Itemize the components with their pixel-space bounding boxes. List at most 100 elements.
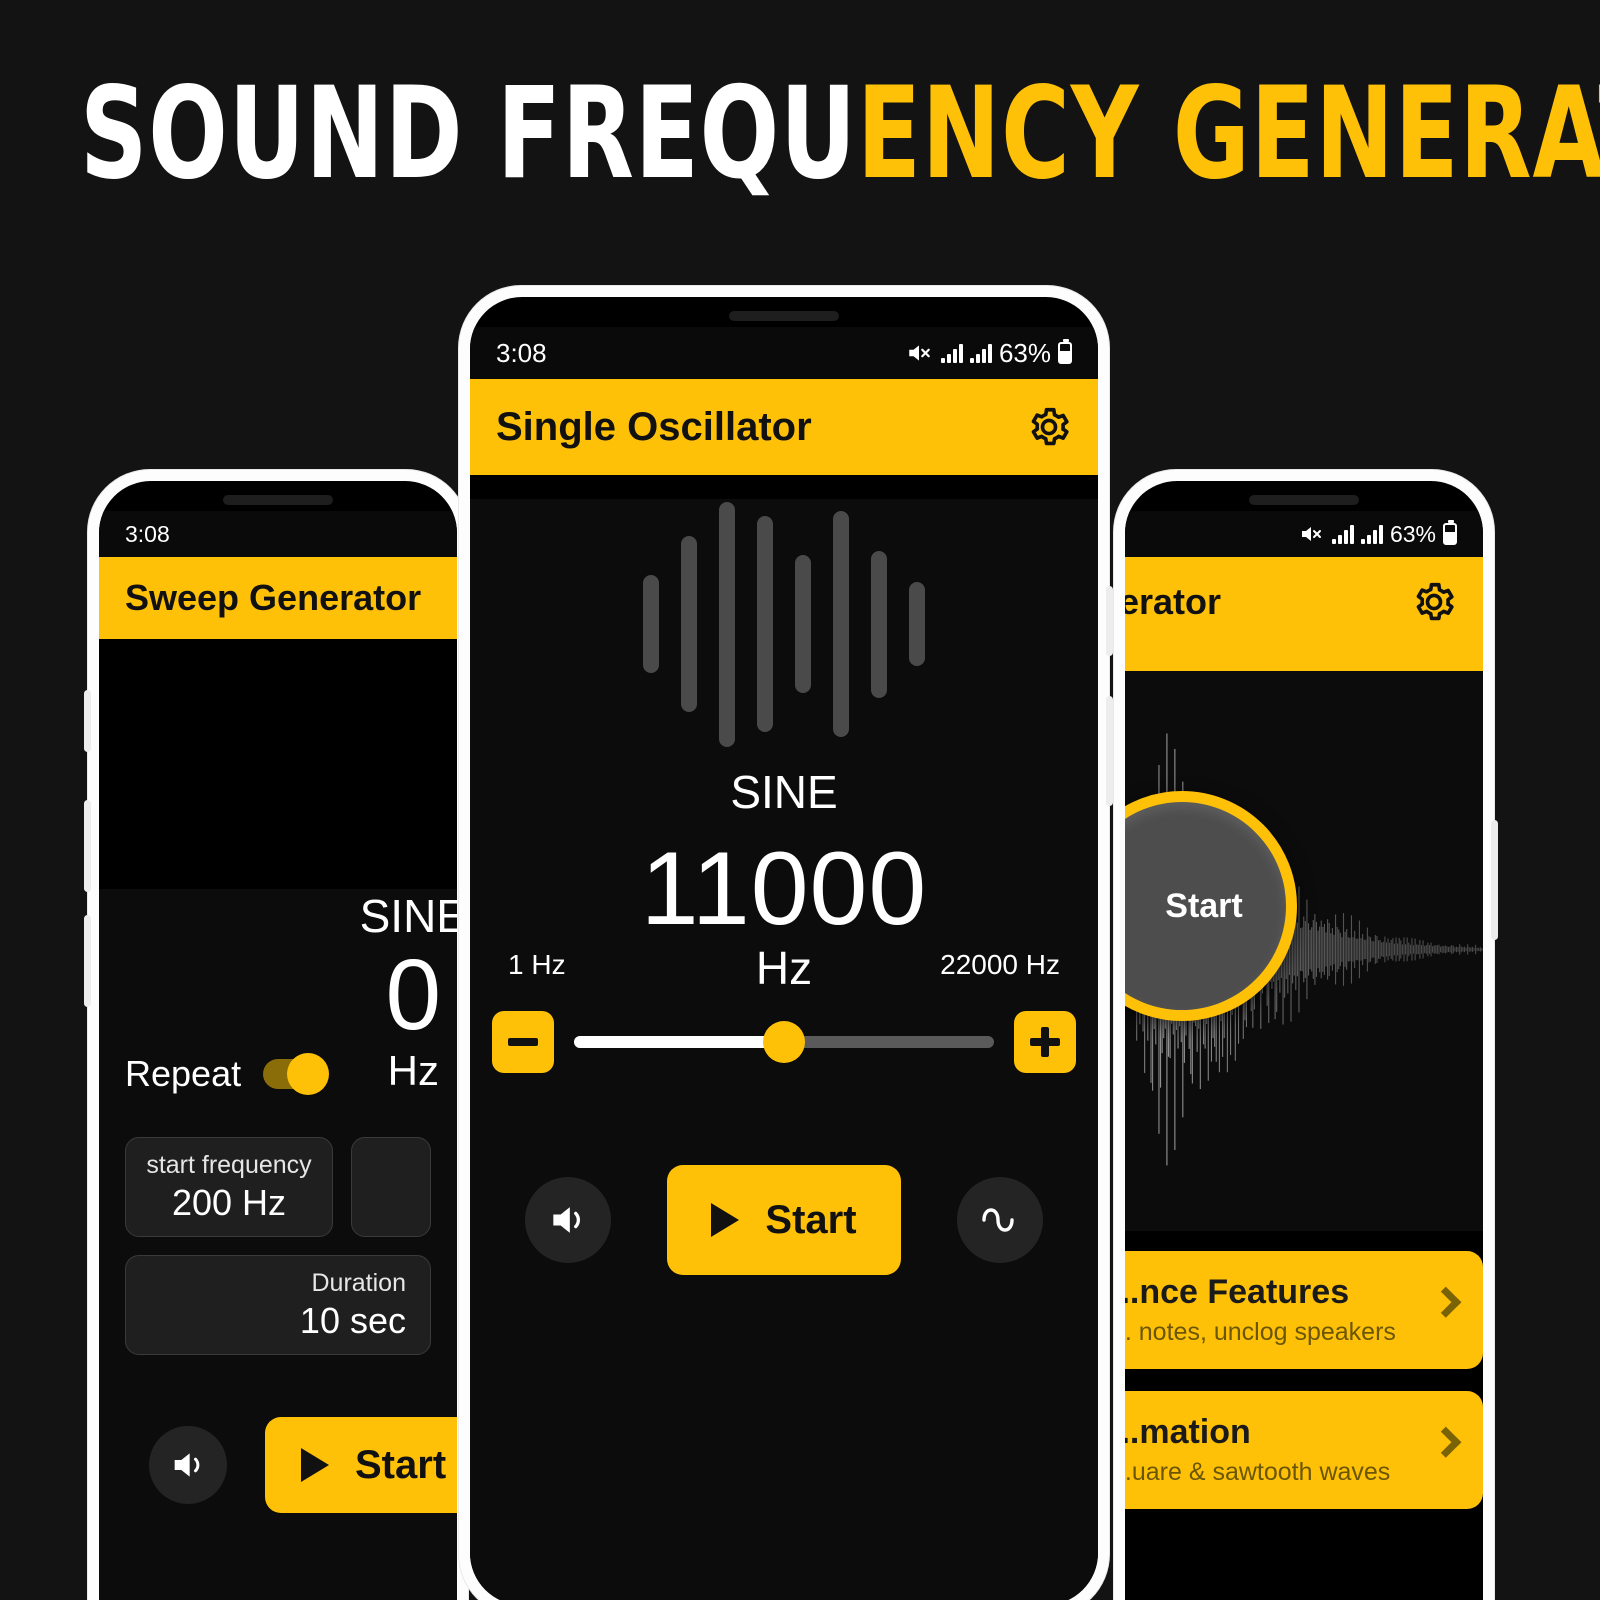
phone-center-button-power[interactable] [1106,586,1113,656]
visualizer-bar [719,501,735,747]
volume-mute-icon [909,345,930,361]
battery-icon [1443,520,1457,545]
right-battery-percent: 63% [1389,520,1436,547]
repeat-toggle-knob [287,1053,330,1095]
earpiece-speaker [223,495,333,505]
signal-bars-icon-1 [1331,524,1354,544]
right-start-label: Start [1165,886,1243,925]
left-start-label: Start [355,1442,447,1487]
advance-features-card[interactable]: ...nce Features ... notes, unclog speake… [1125,1251,1483,1369]
earpiece-speaker [729,311,839,321]
phone-right-button-power[interactable] [1491,820,1498,940]
center-action-row: Start [470,1165,1098,1275]
app-bar-curve [1125,625,1483,665]
phone-center-screen: 3:08 63% Single Oscillator SINE 11000 Hz… [470,297,1098,1600]
duration-card[interactable]: Duration 10 sec [125,1255,431,1355]
plus-icon [1030,1027,1060,1057]
left-app-bar: Sweep Generator [99,557,457,639]
page-title-white: SOUND FREQU [80,58,858,208]
phone-right-screen: 63% ...nerator [1125,481,1483,1600]
visualizer-bar [681,535,697,713]
visualizer-bar [757,516,773,732]
play-icon [711,1203,740,1237]
center-frequency-value: 11000 [640,831,928,947]
visualizer-bar [871,550,887,698]
signal-bars-icon-1 [940,343,963,363]
slider-thumb[interactable] [763,1021,805,1063]
page-title: SOUND FREQUENCY GENERATOR [80,66,1600,200]
waveform-select-button[interactable] [956,1177,1043,1263]
information-card[interactable]: ...mation ...uare & sawtooth waves [1125,1391,1483,1509]
left-app-title: Sweep Generator [125,577,422,618]
decrement-button[interactable] [492,1011,554,1073]
gear-icon[interactable] [1026,404,1072,450]
signal-bars-icon-2 [1360,524,1383,544]
duration-value: 10 sec [299,1299,406,1341]
earpiece-speaker [1249,495,1359,505]
information-subtitle: ...uare & sawtooth waves [1125,1458,1391,1486]
slider-max-label: 22000 Hz [940,949,1060,980]
center-start-label: Start [765,1197,857,1242]
speaker-icon [174,1453,200,1477]
information-title: ...mation [1125,1413,1251,1451]
slider-min-label: 1 Hz [508,949,566,980]
volume-mute-icon [1301,527,1321,541]
center-app-bar: Single Oscillator [470,379,1098,475]
center-battery-percent: 63% [998,337,1051,368]
start-frequency-label: start frequency [146,1150,312,1179]
battery-icon [1058,339,1072,364]
right-status-bar: 63% [1125,511,1483,557]
center-app-title: Single Oscillator [496,404,812,449]
frequency-slider[interactable] [574,1021,994,1063]
frequency-slider-row [470,1011,1098,1073]
right-app-title: ...nerator [1125,581,1222,622]
poster-canvas: SOUND FREQUENCY GENERATOR 3:08 Sweep Gen… [0,0,1600,1600]
left-frequency-unit: Hz [387,1047,439,1094]
slider-fill [574,1036,784,1048]
phone-left-button-volume-down[interactable] [84,915,91,1007]
phone-left-button-mute[interactable] [84,690,91,752]
visualizer-bar [643,575,659,673]
phone-left: 3:08 Sweep Generator Repeat SINE 0 Hz st… [84,470,468,1600]
phone-left-button-volume-up[interactable] [84,800,91,892]
left-frequency-value: 0 [385,939,442,1051]
right-app-bar: ...nerator [1125,557,1483,671]
repeat-label: Repeat [125,1053,242,1094]
gear-icon[interactable] [1411,579,1457,625]
left-start-button[interactable]: Start [265,1417,457,1513]
increment-button[interactable] [1014,1011,1076,1073]
left-status-bar: 3:08 [99,511,457,557]
advance-features-title: ...nce Features [1125,1273,1350,1311]
phone-center-button-volume[interactable] [1106,696,1113,806]
center-speaker-button[interactable] [525,1177,612,1263]
phone-right: 63% ...nerator [1114,470,1498,1600]
start-frequency-card[interactable]: start frequency 200 Hz [125,1137,333,1237]
right-visualizer-stage: Start [1125,671,1483,1231]
repeat-toggle-group[interactable]: Repeat [125,1053,330,1095]
left-speaker-button[interactable] [149,1426,227,1504]
minus-icon [508,1038,538,1046]
left-status-time: 3:08 [125,520,170,547]
left-readout: SINE 0 Hz [360,889,457,1095]
center-status-bar: 3:08 63% [470,327,1098,379]
page-title-yellow: ENCY GENERATOR [857,58,1600,208]
visualizer-bars [470,499,1098,749]
duration-label: Duration [311,1268,407,1297]
advance-features-subtitle: ... notes, unclog speakers [1125,1318,1396,1346]
center-wave-name: SINE [730,766,838,818]
signal-bars-icon-2 [969,343,992,363]
end-frequency-card[interactable] [351,1137,431,1237]
visualizer-bar [795,555,811,693]
phone-left-screen: 3:08 Sweep Generator Repeat SINE 0 Hz st… [99,481,457,1600]
visualizer-bar [833,511,849,737]
center-start-button[interactable]: Start [667,1165,901,1275]
sine-wave-icon [981,1208,1014,1232]
play-icon [301,1448,329,1482]
center-status-time: 3:08 [496,337,547,368]
left-wave-name: SINE [359,890,457,942]
speaker-icon [553,1207,581,1233]
start-frequency-value: 200 Hz [171,1181,287,1223]
repeat-toggle[interactable] [263,1053,330,1095]
slider-range-labels: 1 Hz 22000 Hz [470,949,1098,989]
visualizer-bar [909,582,925,666]
